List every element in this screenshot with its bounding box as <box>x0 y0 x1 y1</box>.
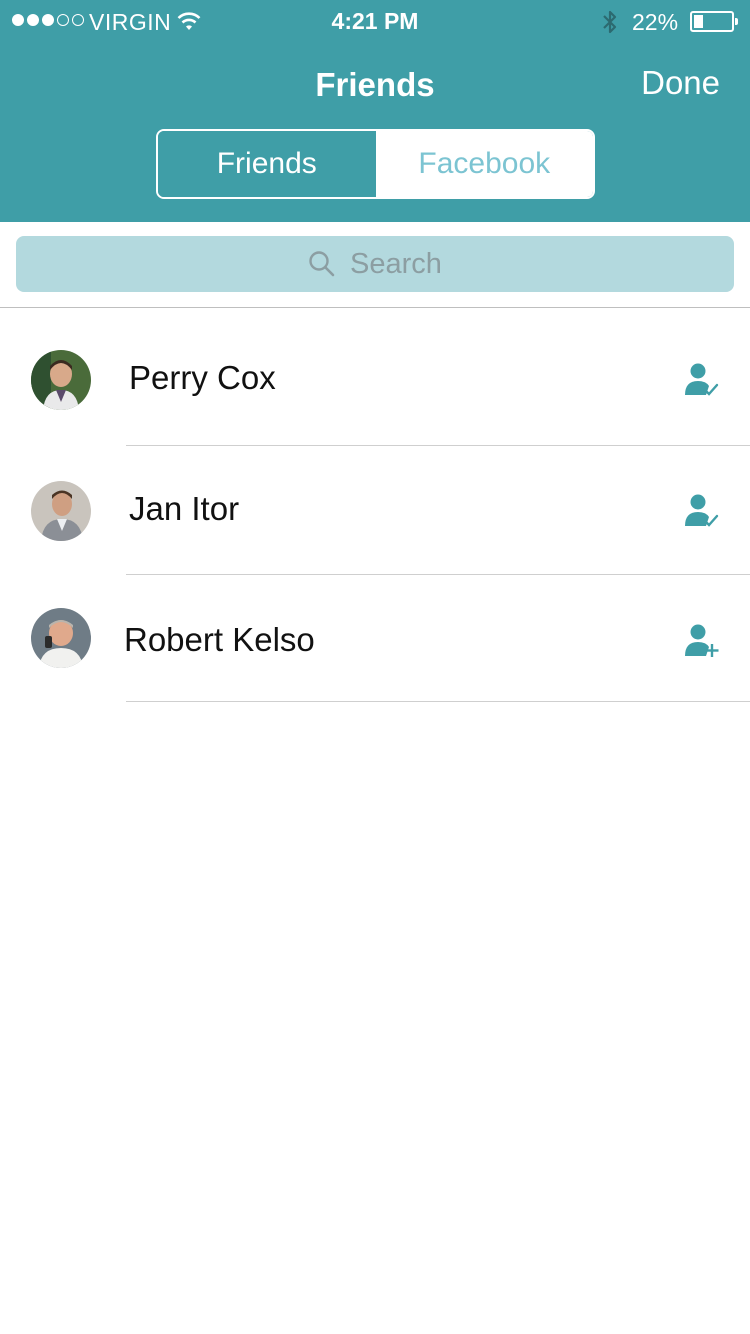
search-bar: Search <box>0 222 750 308</box>
search-placeholder: Search <box>350 247 442 280</box>
list-item[interactable]: Jan Itor <box>0 446 750 576</box>
page-title: Friends <box>315 66 435 103</box>
user-add-icon[interactable] <box>684 622 722 660</box>
status-bar: VIRGIN 4:21 PM 22% <box>0 0 750 42</box>
bluetooth-icon <box>603 10 617 34</box>
avatar <box>31 481 91 541</box>
list-item[interactable]: Robert Kelso <box>0 575 750 705</box>
list-item[interactable]: Perry Cox <box>0 315 750 445</box>
app-header: VIRGIN 4:21 PM 22% Friends Done Friends … <box>0 0 750 222</box>
friend-name: Jan Itor <box>129 490 240 527</box>
tab-facebook[interactable]: Facebook <box>375 131 593 197</box>
avatar <box>31 608 91 668</box>
search-icon <box>309 251 335 277</box>
user-check-icon[interactable] <box>684 492 722 530</box>
done-button[interactable]: Done <box>641 64 720 102</box>
friend-name: Robert Kelso <box>124 621 315 658</box>
avatar <box>31 350 91 410</box>
friend-name: Perry Cox <box>129 359 276 396</box>
tab-friends[interactable]: Friends <box>158 131 376 197</box>
search-input[interactable]: Search <box>16 236 734 292</box>
row-separator <box>126 701 750 702</box>
battery-percentage: 22% <box>632 9 679 35</box>
battery-icon <box>690 11 738 32</box>
user-check-icon[interactable] <box>684 361 722 399</box>
segmented-control: Friends Facebook <box>156 129 595 199</box>
